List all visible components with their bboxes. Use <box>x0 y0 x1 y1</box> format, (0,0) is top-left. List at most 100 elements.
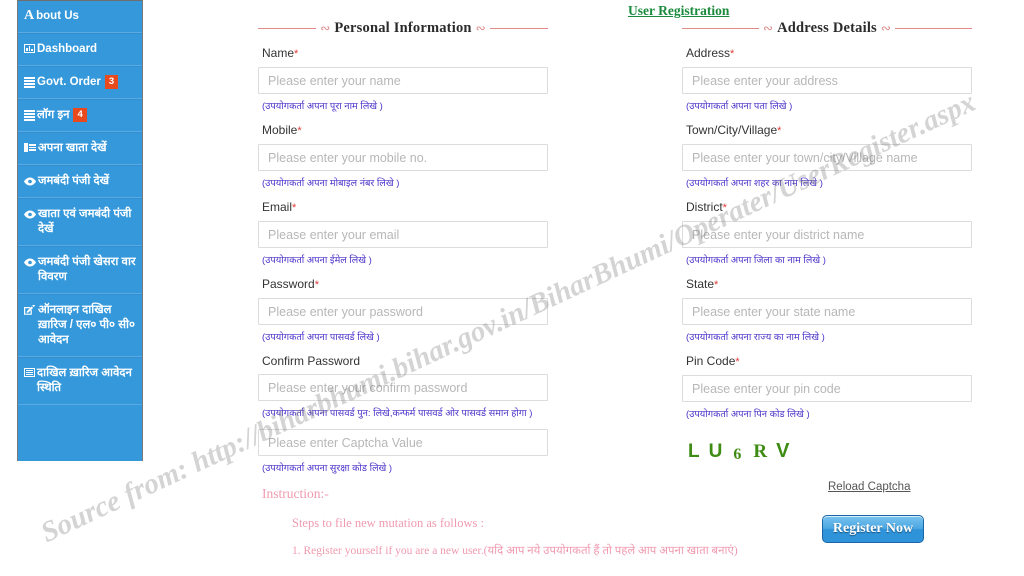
sidebar-item-label: जमबंदी पंजी खेसरा वार विवरण <box>38 256 136 283</box>
field-label-text: Password <box>262 277 315 291</box>
field-hint: (उपयोगकर्ता अपना पूरा नाम लिखे ) <box>262 101 383 112</box>
eye-icon <box>24 176 36 186</box>
field-label-text: State <box>686 277 715 291</box>
field-group-0: Name* (उपयोगकर्ता अपना पूरा नाम लिखे ) <box>258 45 548 113</box>
field-label: Confirm Password <box>262 353 548 369</box>
captcha-input-hint: (उपयोगकर्ता अपना सुरक्षा कोड लिखे ) <box>262 463 393 474</box>
section-title: Address Details <box>777 19 877 36</box>
sidebar-item-badge: 4 <box>73 108 87 122</box>
field-label: District* <box>686 199 972 216</box>
input-password[interactable] <box>258 298 548 325</box>
required-asterisk: * <box>714 279 719 291</box>
field-hint: (उपयोगकर्ता अपना जिला का नाम लिखे ) <box>686 255 826 266</box>
sidebar-item-label: अपना खाता देखें <box>38 142 107 154</box>
field-label-text: Address <box>686 46 731 60</box>
required-asterisk: * <box>777 125 782 137</box>
required-asterisk: * <box>297 125 302 137</box>
captcha-char-3: R <box>753 441 768 462</box>
address-details-section: ∾ Address Details ∾ Address*(उपयोगकर्ता … <box>682 20 972 470</box>
input-pin-code[interactable] <box>682 375 972 402</box>
instructions-title: Instruction:- <box>262 486 329 501</box>
list-icon <box>24 368 35 377</box>
bars-icon <box>24 77 35 88</box>
field-group-3: State* (उपयोगकर्ता अपना राज्य का नाम लिखे… <box>682 276 972 344</box>
field-label: Mobile* <box>262 122 548 139</box>
field-group-2: Email* (उपयोगकर्ता अपना ईमेल लिखे ) <box>258 199 548 267</box>
required-asterisk: * <box>292 202 297 214</box>
sidebar-item-label: Dashboard <box>37 43 98 55</box>
sidebar-item-2[interactable]: Govt. Order 3 <box>18 66 142 99</box>
field-label: Password* <box>262 276 548 293</box>
captcha-field-group: (उपयोगकर्ता अपना सुरक्षा कोड लिखे ) <box>258 429 548 475</box>
sidebar-item-9[interactable]: दाखिल ख़ारिज आवेदन स्थिति <box>18 357 142 405</box>
field-hint: (उपयोगकर्ता अपना शहर का नाम लिखे ) <box>686 178 823 189</box>
field-label-text: Email <box>262 200 293 214</box>
eye-icon <box>24 257 36 267</box>
sidebar-item-8[interactable]: ऑनलाइन दाखिल ख़ारिज / एल० पी० सी० आवेदन <box>18 294 142 357</box>
sidebar-item-label: खाता एवं जमबंदी पंजी देखें <box>38 208 132 235</box>
sidebar-item-3[interactable]: लॉग इन 4 <box>18 99 142 132</box>
field-label: Pin Code* <box>686 353 972 370</box>
input-email[interactable] <box>258 221 548 248</box>
eye-icon <box>24 209 36 219</box>
sidebar-item-6[interactable]: खाता एवं जमबंदी पंजी देखें <box>18 198 142 246</box>
sidebar-item-badge: 3 <box>104 75 119 89</box>
sidebar-item-0[interactable]: About Us <box>18 0 142 33</box>
instructions-block: Instruction:- Steps to file new mutation… <box>262 485 962 560</box>
sidebar-item-7[interactable]: जमबंदी पंजी खेसरा वार विवरण <box>18 246 142 294</box>
field-label-text: District <box>686 200 723 214</box>
field-label: Address* <box>686 45 972 62</box>
leaf-ornament-icon: ∾ <box>320 21 331 35</box>
sidebar-item-1[interactable]: Dashboard <box>18 33 142 66</box>
sidebar-item-label: ऑनलाइन दाखिल ख़ारिज / एल० पी० सी० आवेदन <box>38 304 135 346</box>
dashboard-chart-icon <box>24 44 35 53</box>
captcha-input[interactable] <box>258 429 548 456</box>
field-label-text: Confirm Password <box>262 354 361 368</box>
input-address[interactable] <box>682 67 972 94</box>
sidebar-item-label: जमबंदी पंजी देखें <box>38 175 110 187</box>
field-label-text: Mobile <box>262 123 298 137</box>
leaf-ornament-icon: ∾ <box>763 21 774 35</box>
input-district[interactable] <box>682 221 972 248</box>
personal-information-section: ∾ Personal Information ∾ Name*(उपयोगकर्त… <box>258 20 548 484</box>
captcha-char-2: 6 <box>733 446 742 463</box>
input-confirm-password[interactable] <box>258 374 548 401</box>
divider-line-left <box>258 27 317 29</box>
field-group-1: Mobile* (उपयोगकर्ता अपना मोबाइल नंबर लिखे… <box>258 122 548 190</box>
required-asterisk: * <box>730 48 735 60</box>
field-hint: (उपयोगकर्ता अपना ईमेल लिखे ) <box>262 255 372 266</box>
field-hint: (उपयोगकर्ता अपना पता लिखे ) <box>686 101 793 112</box>
required-asterisk: * <box>294 48 299 60</box>
sidebar-item-4[interactable]: अपना खाता देखें <box>18 132 142 165</box>
section-title: Personal Information <box>334 19 472 36</box>
field-group-0: Address* (उपयोगकर्ता अपना पता लिखे ) <box>682 45 972 113</box>
sidebar-item-5[interactable]: जमबंदी पंजी देखें <box>18 165 142 198</box>
input-name[interactable] <box>258 67 548 94</box>
instructions-subtitle: Steps to file new mutation as follows : <box>292 516 484 530</box>
leaf-ornament-icon: ∾ <box>880 21 891 35</box>
field-label: Town/City/Village* <box>686 122 972 139</box>
sidebar-item-label: लॉग इन 4 <box>37 108 138 123</box>
field-group-4: Confirm Password (उपयोगकर्ता अपना पासवर्ड… <box>258 353 548 420</box>
page-root: About Us Dashboard Govt. Order 3 लॉग इन 4 अपना… <box>0 0 1024 576</box>
input-town-city-village[interactable] <box>682 144 972 171</box>
letter-a-icon: A <box>24 8 35 23</box>
field-group-2: District* (उपयोगकर्ता अपना जिला का नाम लि… <box>682 199 972 267</box>
sidebar-item-label: Govt. Order 3 <box>37 75 138 90</box>
pencil-icon <box>24 304 36 315</box>
captcha-image: LU6RV <box>688 440 972 470</box>
input-state[interactable] <box>682 298 972 325</box>
field-group-4: Pin Code* (उपयोगकर्ता अपना पिन कोड लिखे ) <box>682 353 972 421</box>
sidebar: About Us Dashboard Govt. Order 3 लॉग इन 4 अपना… <box>17 0 143 461</box>
captcha-char-1: U <box>708 441 723 462</box>
page-title: User Registration <box>628 3 730 18</box>
personal-information-heading: ∾ Personal Information ∾ <box>258 20 548 36</box>
instructions-step-1: 1. Register yourself if you are a new us… <box>292 545 738 557</box>
divider-line-right <box>894 27 972 29</box>
divider-line-left <box>682 27 760 29</box>
address-details-heading: ∾ Address Details ∾ <box>682 20 972 36</box>
field-hint: (उपयोगकर्ता अपना राज्य का नाम लिखे ) <box>686 332 825 343</box>
input-mobile[interactable] <box>258 144 548 171</box>
field-hint: (उपयोगकर्ता अपना पिन कोड लिखे ) <box>686 409 810 420</box>
field-label-text: Pin Code <box>686 354 736 368</box>
